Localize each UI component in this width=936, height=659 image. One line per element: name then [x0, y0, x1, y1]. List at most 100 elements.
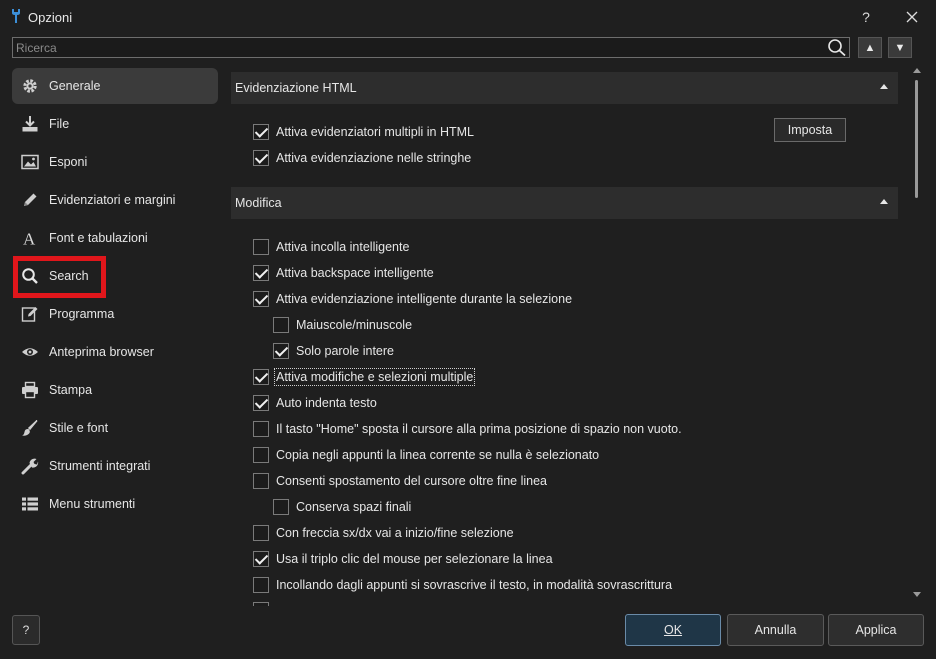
checkbox[interactable]	[253, 421, 269, 437]
footer-help-button[interactable]: ?	[12, 615, 40, 645]
sidebar-item-file[interactable]: File	[12, 106, 218, 142]
section-header-modifica[interactable]: Modifica	[231, 187, 898, 219]
option-row[interactable]: Attiva evidenziatori multipli in HTML	[253, 123, 474, 141]
option-label: Attiva backspace intelligente	[276, 266, 434, 280]
option-label: Conserva spazi finali	[296, 500, 412, 514]
section-title: Evidenziazione HTML	[235, 81, 357, 95]
checkbox[interactable]	[253, 602, 269, 606]
checkbox[interactable]	[253, 124, 269, 140]
sidebar-item-anteprima[interactable]: Anteprima browser	[12, 334, 218, 370]
close-icon	[906, 11, 918, 23]
sidebar-item-label: Anteprima browser	[49, 345, 154, 359]
sidebar-item-label: Esponi	[49, 155, 88, 169]
image-icon	[21, 153, 39, 171]
checkbox[interactable]	[253, 369, 269, 385]
sidebar-item-stile[interactable]: Stile e font	[12, 410, 218, 446]
option-label: Maiuscole/minuscole	[296, 318, 413, 332]
checkbox[interactable]	[253, 265, 269, 281]
option-row[interactable]: Attiva backspace intelligente	[253, 264, 434, 282]
wrench-app-icon	[12, 9, 20, 23]
apply-button[interactable]: Applica	[828, 614, 924, 646]
sidebar-item-esponi[interactable]: Esponi	[12, 144, 218, 180]
option-row[interactable]: Attiva evidenziazione intelligente duran…	[253, 290, 572, 308]
option-label: Attiva modifiche e selezioni multiple	[273, 368, 476, 386]
option-label: Auto indenta testo	[276, 396, 377, 410]
option-row[interactable]: Conserva spazi finali	[273, 498, 411, 516]
vertical-scrollbar[interactable]	[910, 66, 924, 606]
sidebar-item-label: Strumenti integrati	[49, 459, 151, 473]
sidebar-item-label: Menu strumenti	[49, 497, 136, 511]
list-icon	[21, 495, 39, 513]
ok-button[interactable]: OK	[625, 614, 721, 646]
option-row[interactable]: Copia negli appunti la linea corrente se…	[253, 446, 599, 464]
pencil-icon	[21, 191, 39, 209]
cancel-button[interactable]: Annulla	[727, 614, 824, 646]
sidebar-item-menu-strumenti[interactable]: Menu strumenti	[12, 486, 218, 522]
checkbox[interactable]	[253, 239, 269, 255]
checkbox[interactable]	[253, 551, 269, 567]
checkbox[interactable]	[273, 343, 289, 359]
checkbox[interactable]	[273, 499, 289, 515]
search-input[interactable]	[13, 38, 823, 57]
option-row[interactable]: Attiva modifiche e selezioni multiple	[253, 368, 476, 386]
checkbox[interactable]	[253, 577, 269, 593]
search-icon[interactable]	[827, 38, 847, 57]
option-label: Il tasto "Home" sposta il cursore alla p…	[276, 422, 682, 436]
search-prev-button[interactable]: ▲	[858, 37, 882, 58]
scroll-up-icon[interactable]	[913, 68, 921, 73]
sidebar-item-evidenziatori[interactable]: Evidenziatori e margini	[12, 182, 218, 218]
scroll-thumb[interactable]	[915, 80, 918, 198]
option-row-partial[interactable]	[253, 601, 269, 606]
search-next-button[interactable]: ▼	[888, 37, 912, 58]
font-icon: A	[21, 229, 39, 248]
sidebar-item-label: Font e tabulazioni	[49, 231, 148, 245]
sidebar-item-generale[interactable]: Generale	[12, 68, 218, 104]
section-header-html[interactable]: Evidenziazione HTML	[231, 72, 898, 104]
option-row[interactable]: Il tasto "Home" sposta il cursore alla p…	[253, 420, 682, 438]
imposta-button[interactable]: Imposta	[774, 118, 846, 142]
search-box	[12, 37, 850, 58]
checkbox[interactable]	[253, 150, 269, 166]
option-label: Attiva evidenziatori multipli in HTML	[276, 125, 474, 139]
checkbox[interactable]	[273, 317, 289, 333]
sidebar-item-label: Stile e font	[49, 421, 109, 435]
download-icon	[21, 115, 39, 133]
gear-icon	[21, 77, 39, 95]
sidebar-item-label: Generale	[49, 79, 101, 93]
option-row[interactable]: Auto indenta testo	[253, 394, 377, 412]
sidebar-item-programma[interactable]: Programma	[12, 296, 218, 332]
option-label: Attiva evidenziazione nelle stringhe	[276, 151, 472, 165]
checkbox[interactable]	[253, 291, 269, 307]
option-row[interactable]: Solo parole intere	[273, 342, 394, 360]
sidebar-item-font[interactable]: A Font e tabulazioni	[12, 220, 218, 256]
sidebar-item-label: Programma	[49, 307, 115, 321]
section-title: Modifica	[235, 196, 282, 210]
option-label: Solo parole intere	[296, 344, 394, 358]
option-row[interactable]: Consenti spostamento del cursore oltre f…	[253, 472, 547, 490]
option-row[interactable]: Attiva evidenziazione nelle stringhe	[253, 149, 471, 167]
edit-box-icon	[21, 305, 39, 323]
sidebar-item-strumenti[interactable]: Strumenti integrati	[12, 448, 218, 484]
option-row[interactable]: Incollando dagli appunti si sovrascrive …	[253, 576, 672, 594]
option-row[interactable]: Con freccia sx/dx vai a inizio/fine sele…	[253, 524, 514, 542]
sidebar-item-label: Evidenziatori e margini	[49, 193, 176, 207]
sidebar-item-stampa[interactable]: Stampa	[12, 372, 218, 408]
checkbox[interactable]	[253, 473, 269, 489]
option-row[interactable]: Usa il triplo clic del mouse per selezio…	[253, 550, 553, 568]
collapse-arrow-icon[interactable]	[880, 199, 888, 204]
collapse-arrow-icon[interactable]	[880, 84, 888, 89]
checkbox[interactable]	[253, 525, 269, 541]
eye-icon	[21, 343, 39, 361]
option-row[interactable]: Attiva incolla intelligente	[253, 238, 409, 256]
option-row[interactable]: Maiuscole/minuscole	[273, 316, 412, 334]
search-highlight-annotation	[13, 256, 106, 298]
option-label: Attiva incolla intelligente	[276, 240, 410, 254]
checkbox[interactable]	[253, 395, 269, 411]
option-label: Usa il triplo clic del mouse per selezio…	[276, 552, 553, 566]
checkbox[interactable]	[253, 447, 269, 463]
wrench-icon	[21, 457, 39, 475]
help-button[interactable]: ?	[852, 3, 880, 31]
brush-icon	[21, 419, 39, 437]
scroll-down-icon[interactable]	[913, 592, 921, 597]
close-button[interactable]	[898, 3, 926, 31]
